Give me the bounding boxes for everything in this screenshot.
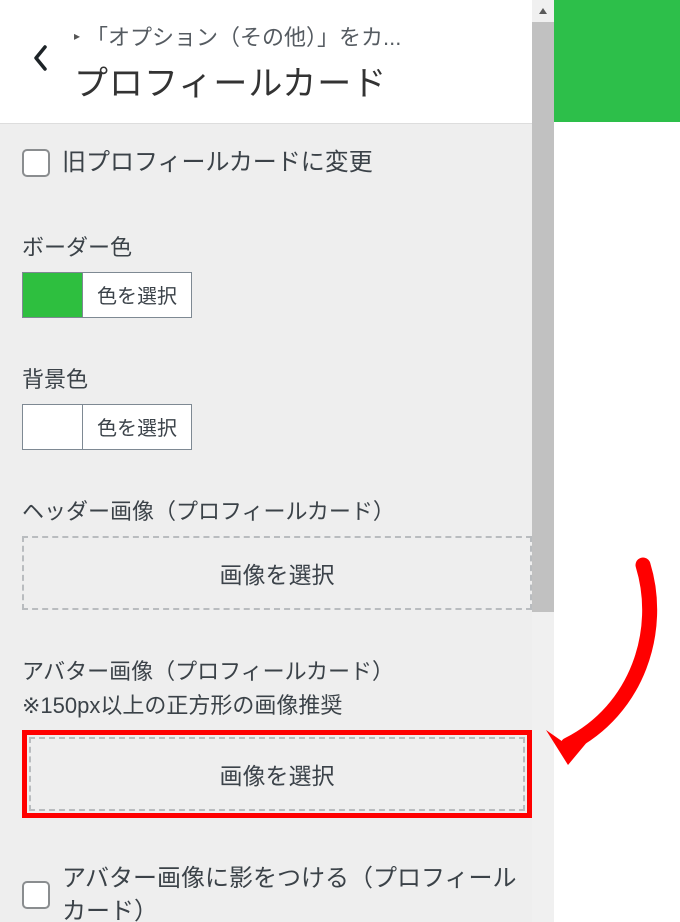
avatar-highlight: 画像を選択 [22,730,532,818]
avatar-image-note: ※150px以上の正方形の画像推奨 [22,688,532,720]
panel-header: ▸ 「オプション（その他）」をカ... プロフィールカード [0,0,554,124]
panel-content: 旧プロフィールカードに変更 ボーダー色 色を選択 背景色 色を選択 ヘッダー画像… [0,124,554,922]
border-color-picker[interactable]: 色を選択 [22,272,192,318]
border-color-swatch [23,273,83,317]
avatar-image-label: アバター画像（プロフィールカード） [22,654,532,686]
checkbox-label: アバター画像に影をつける（プロフィールカード） [62,862,532,922]
checkbox-row-legacy-card[interactable]: 旧プロフィールカードに変更 [22,146,532,180]
header-image-select-button[interactable]: 画像を選択 [22,536,532,610]
settings-panel: ▸ 「オプション（その他）」をカ... プロフィールカード 旧プロフィールカード… [0,0,554,922]
checkbox-label: 旧プロフィールカードに変更 [62,146,373,180]
checkbox-row-avatar-shadow[interactable]: アバター画像に影をつける（プロフィールカード） [22,862,532,922]
annotation-arrow-icon [538,550,668,770]
triangle-up-icon [538,7,548,15]
header-text: ▸ 「オプション（その他）」をカ... プロフィールカード [74,20,534,105]
border-color-label: ボーダー色 [22,230,532,262]
button-label: 画像を選択 [220,562,335,588]
breadcrumb-arrow-icon: ▸ [74,29,80,43]
top-accent-bar [554,0,680,122]
scrollbar[interactable] [532,0,554,922]
color-select-label: 色を選択 [83,273,191,317]
checkbox-avatar-shadow[interactable] [22,881,50,909]
scroll-thumb[interactable] [532,22,554,612]
bg-color-picker[interactable]: 色を選択 [22,404,192,450]
breadcrumb-text: 「オプション（その他）」をカ... [86,20,401,52]
page-title: プロフィールカード [74,56,534,105]
button-label: 画像を選択 [220,763,335,789]
checkbox-legacy-card[interactable] [22,149,50,177]
avatar-image-select-button[interactable]: 画像を選択 [29,737,525,811]
bg-color-label: 背景色 [22,362,532,394]
scroll-arrow-up[interactable] [532,0,554,22]
breadcrumb[interactable]: ▸ 「オプション（その他）」をカ... [74,20,534,52]
back-button[interactable] [20,38,60,78]
color-select-label: 色を選択 [83,405,191,449]
header-image-label: ヘッダー画像（プロフィールカード） [22,494,532,526]
chevron-left-icon [33,45,48,71]
bg-color-swatch [23,405,83,449]
